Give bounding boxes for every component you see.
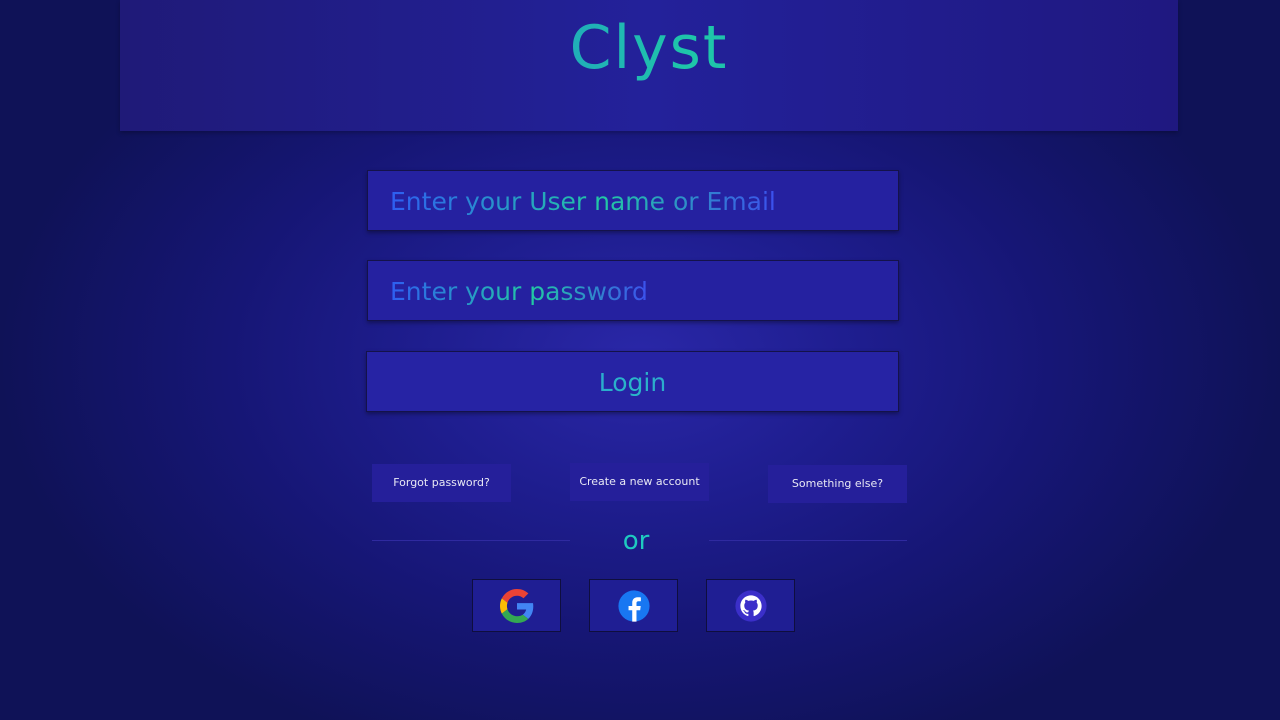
password-input[interactable] xyxy=(368,261,898,320)
divider-line-left xyxy=(372,540,570,541)
forgot-password-button[interactable]: Forgot password? xyxy=(372,464,511,502)
username-field[interactable]: Enter your User name or Email xyxy=(367,170,899,231)
something-else-button[interactable]: Something else? xyxy=(768,465,907,503)
brand-logo-text: Clyst xyxy=(120,12,1178,84)
divider-line-right xyxy=(709,540,907,541)
divider-or-text: or xyxy=(622,526,650,556)
create-account-button[interactable]: Create a new account xyxy=(570,463,709,501)
github-icon xyxy=(735,590,767,622)
google-login-button[interactable] xyxy=(472,579,561,632)
github-login-button[interactable] xyxy=(706,579,795,632)
google-icon xyxy=(500,589,534,623)
password-field[interactable]: Enter your password xyxy=(367,260,899,321)
header-bar: Clyst xyxy=(120,0,1178,131)
facebook-icon xyxy=(618,590,650,622)
username-input[interactable] xyxy=(368,171,898,230)
login-button-label: Login xyxy=(367,352,898,414)
facebook-login-button[interactable] xyxy=(589,579,678,632)
login-button[interactable]: Login xyxy=(366,351,899,412)
